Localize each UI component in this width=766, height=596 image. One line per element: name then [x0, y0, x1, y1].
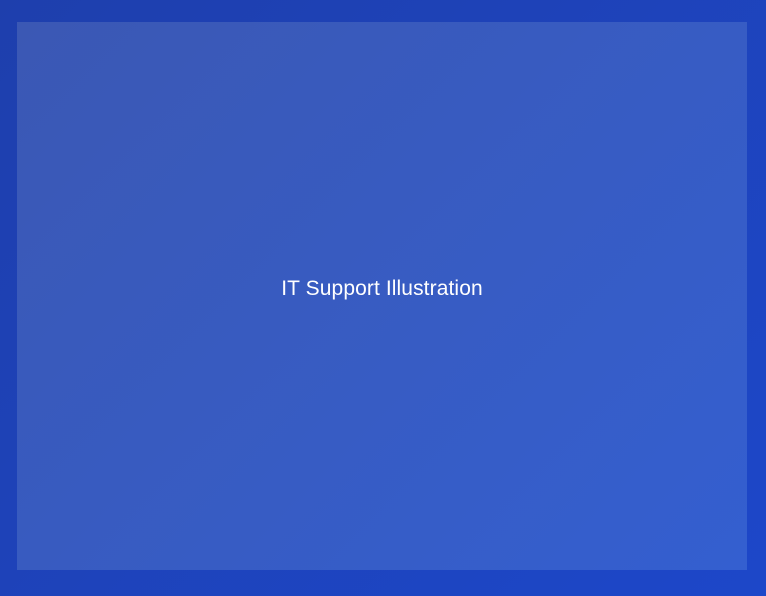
illustration-placeholder: IT Support Illustration	[17, 22, 747, 570]
illustration-placeholder-label: IT Support Illustration	[281, 277, 483, 300]
